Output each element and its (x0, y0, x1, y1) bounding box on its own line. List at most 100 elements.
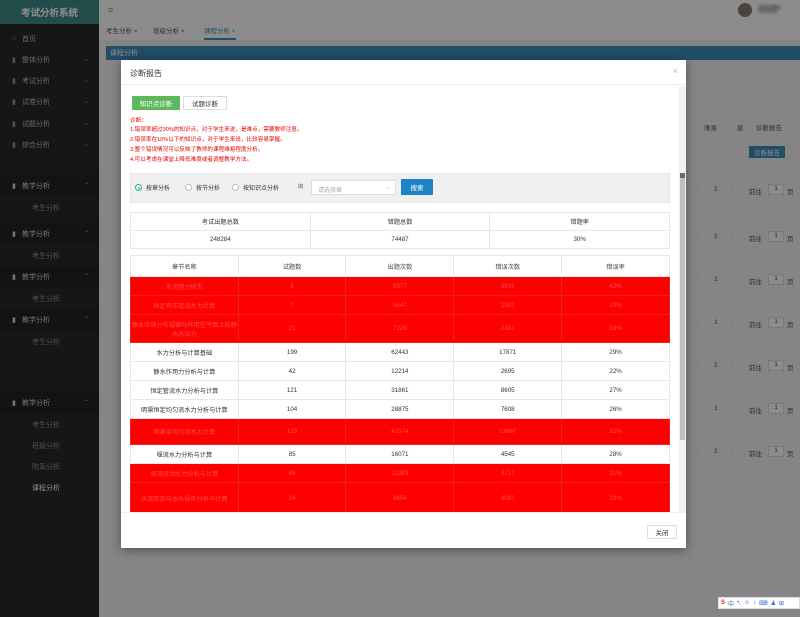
cell-name: 恒定管流水力分析与计算 (130, 380, 239, 400)
cell-count: 104 (237, 399, 347, 419)
diag-line: 3.整个错误情况可以反映了教师的课程难易程度分析。 (130, 147, 264, 153)
modal-header: 诊断报告 × (121, 60, 686, 85)
cell-count: 7 (237, 295, 347, 315)
cell-rate: 42% (561, 276, 670, 296)
ime-punct-icon[interactable]: •, (737, 600, 741, 606)
cell-rate: 22% (561, 361, 670, 381)
cell-name: 水流阻力损失 (130, 276, 239, 296)
search-button[interactable]: 搜索 (401, 179, 433, 195)
select-placeholder: 请选择章 (318, 188, 343, 194)
table-row: 堰流水力分析与计算 85 16071 4545 28% (130, 444, 670, 464)
cell-times: 28875 (345, 399, 455, 419)
ime-toolbar[interactable]: S 中 •, ☺ ♪ ⌨ ♟ ⊞ (718, 597, 800, 609)
table-row: 静水作用力分析与计算 42 12214 2695 22% (130, 361, 670, 381)
ime-logo-icon: S (721, 600, 726, 606)
cell-times: 8577 (345, 276, 455, 296)
cell-name: 静水作用力分析与计算 (130, 361, 239, 381)
close-button[interactable]: 关闭 (647, 525, 677, 539)
diagnosis-modal: 诊断报告 × 知识点诊断 试题诊断 诊断： 1.错误率超过30%的知识点，对于学… (121, 60, 686, 548)
table-row: 恒定管流水力分析与计算 121 31861 8605 27% (130, 380, 670, 400)
radio-by-chapter[interactable] (135, 184, 142, 191)
table-row: 静水压强分布规律与作用在平面上的静水总压力 21 7228 2381 33% (130, 314, 670, 343)
summary-table: 考试出题总数 错题总数 错题率 248284 74487 30% (130, 212, 670, 249)
radio-by-knowledge[interactable] (232, 184, 239, 191)
cell-name: 明渠恒定均匀流水力分析与计算 (130, 399, 239, 419)
cell-times: 42574 (345, 418, 455, 445)
grid-icon[interactable]: ⊞ (779, 600, 784, 607)
keyboard-icon[interactable]: ⌨ (759, 600, 768, 607)
cell-rate: 33% (561, 482, 670, 512)
cell-times: 9454 (345, 482, 455, 512)
cell-rate: 33% (561, 295, 670, 315)
cell-times: 7228 (345, 314, 455, 343)
cell-count: 34 (237, 482, 347, 512)
tab-question-diagnosis[interactable]: 试题诊断 (183, 96, 227, 110)
col-header: 错误次数 (453, 255, 563, 277)
table-row: 液流运动水力分析与计算 45 11983 3717 31% (130, 463, 670, 483)
cell-times: 12214 (345, 361, 455, 381)
cell-errors: 4545 (453, 444, 563, 464)
cell-rate: 32% (561, 418, 670, 445)
col-header: 出题次数 (345, 255, 455, 277)
diag-line: 2.错误率在10%以下的知识点，对于学生来说，比较容易掌握。 (130, 137, 286, 143)
modal-title: 诊断报告 (130, 69, 162, 78)
tab-knowledge-diagnosis[interactable]: 知识点诊断 (132, 96, 180, 110)
cell-count: 8 (237, 276, 347, 296)
table-row: 水流阻力损失 8 8577 3631 42% (130, 276, 670, 296)
cell-errors: 7608 (453, 399, 563, 419)
cell-errors: 3631 (453, 276, 563, 296)
modal-scrollbar[interactable] (679, 86, 686, 512)
cell-count: 199 (237, 342, 347, 362)
filter-icon: ⊞ (298, 183, 304, 190)
cell-name: 静水压强分布规律与作用在平面上的静水总压力 (130, 314, 239, 343)
diag-line: 4.可以考虑在课堂上降低难度或者调整教学方法。 (130, 157, 253, 163)
cell-errors: 2381 (453, 314, 563, 343)
chevron-down-icon: ⌄ (384, 185, 390, 191)
cell-count: 125 (237, 418, 347, 445)
cell-count: 42 (237, 361, 347, 381)
close-icon[interactable]: × (673, 66, 678, 76)
modal-body[interactable]: 知识点诊断 试题诊断 诊断： 1.错误率超过30%的知识点，对于学生来说，是难点… (121, 84, 686, 512)
cell-times: 11983 (345, 463, 455, 483)
cell-times: 62443 (345, 342, 455, 362)
col-header: 试题数 (237, 255, 347, 277)
diag-heading: 诊断： (130, 118, 147, 124)
cell-errors: 2695 (453, 361, 563, 381)
table-row: 明渠恒定均匀流水力分析与计算 104 28875 7608 26% (130, 399, 670, 419)
user-icon[interactable]: ♟ (771, 600, 776, 607)
radio-by-section[interactable] (185, 184, 192, 191)
radio-label: 按节分析 (196, 186, 221, 192)
mic-icon[interactable]: ♪ (753, 600, 756, 606)
cell-errors: 17871 (453, 342, 563, 362)
summary-header: 错题总数 (309, 212, 491, 231)
cell-times: 16071 (345, 444, 455, 464)
cell-count: 45 (237, 463, 347, 483)
ime-mode[interactable]: 中 (728, 599, 734, 608)
cell-rate: 33% (561, 314, 670, 343)
cell-name: 水流形态与水头损失分析与计算 (130, 482, 239, 512)
cell-name: 堰流水力分析与计算 (130, 444, 239, 464)
cell-errors: 3082 (453, 482, 563, 512)
cell-errors: 8605 (453, 380, 563, 400)
filter-bar: 按章分析 按节分析 按知识点分析 ⊞ 请选择章 ⌄ 搜索 (130, 173, 670, 203)
modal-footer: 关闭 (121, 512, 686, 549)
cell-rate: 29% (561, 342, 670, 362)
summary-total-errors: 74487 (309, 230, 491, 249)
cell-rate: 28% (561, 444, 670, 464)
cell-count: 21 (237, 314, 347, 343)
cell-rate: 26% (561, 399, 670, 419)
col-header: 错误率 (561, 255, 670, 277)
summary-header: 错题率 (489, 212, 670, 231)
chapter-select[interactable]: 请选择章 ⌄ (311, 180, 396, 195)
ime-emoji-icon[interactable]: ☺ (744, 600, 750, 606)
cell-rate: 31% (561, 463, 670, 483)
cell-errors: 13687 (453, 418, 563, 445)
col-header: 章节名称 (130, 255, 239, 277)
cell-times: 31861 (345, 380, 455, 400)
cell-name: 水力分析与计算基础 (130, 342, 239, 362)
scroll-thumb[interactable] (680, 178, 685, 440)
cell-times: 5847 (345, 295, 455, 315)
diag-line: 1.错误率超过30%的知识点，对于学生来说，是难点，需要教师注意。 (130, 127, 303, 133)
table-row: 水力分析与计算基础 199 62443 17871 29% (130, 342, 670, 362)
radio-label: 按章分析 (146, 186, 171, 192)
